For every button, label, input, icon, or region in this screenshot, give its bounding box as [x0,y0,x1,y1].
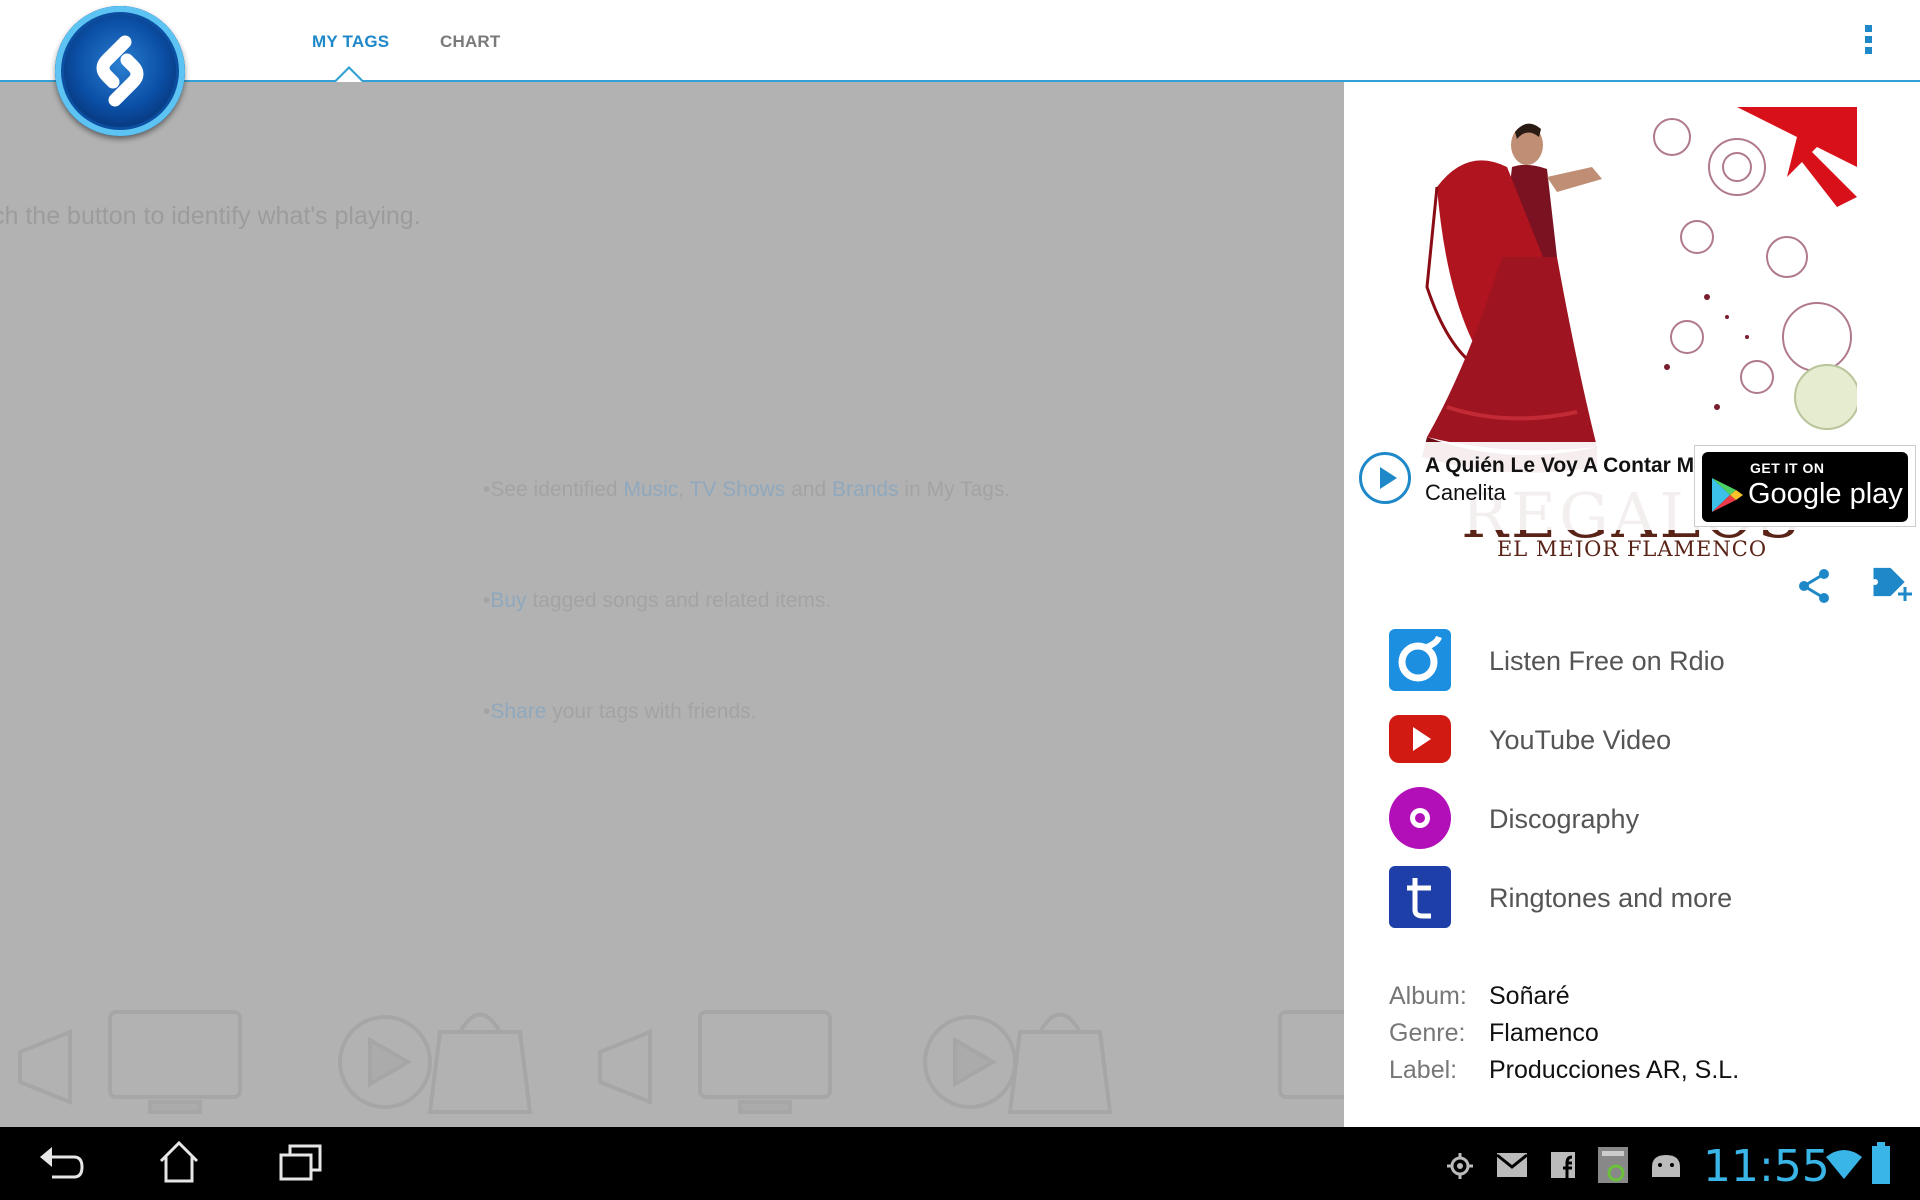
google-play-text: Google play [1748,478,1903,510]
track-artist: Canelita [1425,480,1506,505]
overflow-menu-icon[interactable] [1862,25,1874,61]
genre-detail: Genre: Flamenco [1389,1019,1599,1047]
info-bullet-identified: •See identified Music, TV Shows and Bran… [483,478,1011,501]
location-icon [1447,1153,1473,1179]
decorative-media-icons [18,1010,1344,1114]
share-icon[interactable] [1796,566,1836,606]
gmail-icon [1496,1153,1528,1177]
battery-icon [1872,1142,1890,1184]
album-art-subtitle: EL MEJOR FLAMENCO [1496,537,1768,557]
action-label: Ringtones and more [1489,883,1733,913]
active-tab-indicator [333,66,365,82]
label-detail: Label: Producciones AR, S.L. [1389,1056,1740,1084]
rdio-icon [1389,629,1451,691]
action-label: YouTube Video [1489,725,1672,755]
recent-apps-icon[interactable] [278,1143,324,1183]
system-bar: 11:55 [0,1127,1920,1200]
action-label: Listen Free on Rdio [1489,646,1725,676]
youtube-icon [1389,715,1451,763]
now-playing-bar: A Quién Le Voy A Contar Mi Pena Canelita… [1344,442,1920,530]
my-tags-background: ch the button to identify what's playing… [0,82,1344,1127]
info-bullet-buy: •Buy tagged songs and related items. [483,589,832,612]
action-row-youtube[interactable]: YouTube Video [1389,708,1899,772]
tag-hint-text: ch the button to identify what's playing… [0,202,421,230]
home-icon[interactable] [157,1139,201,1185]
android-debug-icon [1652,1155,1680,1177]
shazam-logo-button[interactable] [55,6,185,136]
google-play-button[interactable]: GET IT ON Google play [1694,445,1916,527]
tag-details-panel: REGALOS EL MEJOR FLAMENCO A Quién Le Voy… [1344,82,1920,1127]
status-clock: 11:55 [1703,1141,1830,1192]
back-icon[interactable] [38,1143,84,1185]
action-label: Discography [1489,804,1640,834]
discography-icon [1389,787,1451,849]
google-play-icon [1712,478,1743,512]
facebook-icon [1551,1152,1575,1178]
tab-chart[interactable]: CHART [440,32,501,52]
action-bar: MY TAGS CHART [0,0,1920,82]
shazam-s-icon [96,35,144,107]
add-tag-icon[interactable] [1862,564,1912,610]
play-preview-button[interactable] [1359,452,1411,504]
tab-my-tags[interactable]: MY TAGS [312,32,389,52]
download-notification-icon [1598,1147,1628,1183]
wifi-icon [1826,1150,1862,1179]
ringtones-icon [1389,866,1451,928]
action-row-rdio[interactable]: Listen Free on Rdio [1389,629,1899,693]
track-title: A Quién Le Voy A Contar Mi Pena [1425,454,1697,477]
album-detail: Album: Soñaré [1389,982,1570,1010]
action-row-ringtones[interactable]: Ringtones and more [1389,866,1899,930]
action-row-discography[interactable]: Discography [1389,787,1899,851]
info-bullet-share: •Share your tags with friends. [483,700,757,723]
google-play-small-text: GET IT ON [1750,460,1825,476]
